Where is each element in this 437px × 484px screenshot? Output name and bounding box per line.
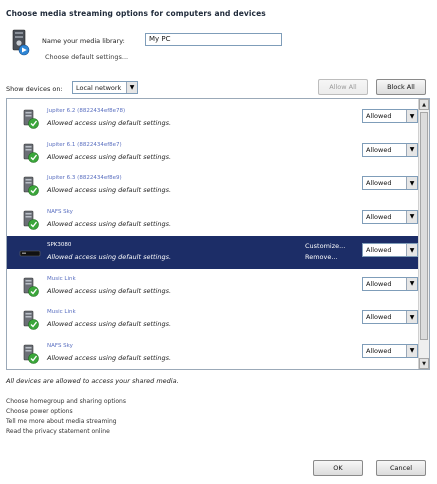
media-library-icon xyxy=(12,29,30,56)
footer-links: Choose homegroup and sharing options Cho… xyxy=(6,397,126,437)
scroll-down-icon[interactable]: ▼ xyxy=(419,358,429,369)
device-permission-dropdown[interactable]: Allowed ▼ xyxy=(362,243,418,257)
device-permission-value: Allowed xyxy=(366,179,392,187)
scroll-up-icon[interactable]: ▲ xyxy=(419,99,429,110)
computer-icon xyxy=(19,309,41,331)
block-all-button[interactable]: Block All xyxy=(376,79,426,95)
computer-icon xyxy=(19,175,41,197)
device-row[interactable]: Jupiter 6.2 (8822434ef8e78) Allowed acces… xyxy=(7,102,419,135)
device-name: Music Link xyxy=(47,309,76,315)
device-permission-dropdown[interactable]: Allowed ▼ xyxy=(362,109,418,123)
privacy-statement-link[interactable]: Read the privacy statement online xyxy=(6,427,126,437)
device-list: Jupiter 6.2 (8822434ef8e78) Allowed acces… xyxy=(6,98,430,370)
show-devices-label: Show devices on: xyxy=(6,85,63,93)
device-permission-value: Allowed xyxy=(366,313,392,321)
customize-link[interactable]: Customize... xyxy=(305,242,345,250)
ok-button[interactable]: OK xyxy=(313,460,363,476)
media-device-icon xyxy=(19,242,41,264)
chevron-down-icon[interactable]: ▼ xyxy=(406,177,417,189)
homegroup-sharing-link[interactable]: Choose homegroup and sharing options xyxy=(6,397,126,407)
computer-icon xyxy=(19,343,41,365)
page-title: Choose media streaming options for compu… xyxy=(6,9,266,18)
device-permission-dropdown[interactable]: Allowed ▼ xyxy=(362,276,418,291)
device-name: Jupiter 6.2 (8822434ef8e78) xyxy=(47,108,126,114)
chevron-down-icon[interactable]: ▼ xyxy=(406,311,417,323)
device-status: Allowed access using default settings. xyxy=(47,286,172,295)
device-permission-dropdown[interactable]: Allowed ▼ xyxy=(362,176,418,190)
device-permission-value: Allowed xyxy=(366,246,392,254)
device-row[interactable]: Jupiter 6.3 (8822434ef8e9) Allowed access… xyxy=(7,169,419,202)
device-row[interactable]: Music Link Allowed access using default s… xyxy=(7,270,419,303)
device-name: Music Link xyxy=(47,275,76,282)
device-status: Allowed access using default settings. xyxy=(47,253,172,261)
device-permission-value: Allowed xyxy=(366,279,392,288)
allow-all-button[interactable]: Allow All xyxy=(318,79,368,95)
remove-link[interactable]: Remove... xyxy=(305,253,338,261)
device-name: Jupiter 6.1 (8822434ef8e7) xyxy=(47,141,122,148)
device-permission-value: Allowed xyxy=(366,145,392,154)
device-permission-dropdown[interactable]: Allowed ▼ xyxy=(362,142,418,157)
chevron-down-icon[interactable]: ▼ xyxy=(406,110,417,122)
computer-icon xyxy=(19,209,41,231)
scroll-thumb[interactable] xyxy=(420,112,428,340)
device-status: Allowed access using default settings. xyxy=(47,320,172,328)
device-name: NAFS Sky xyxy=(47,342,73,349)
device-status: Allowed access using default settings. xyxy=(47,353,172,362)
device-permission-value: Allowed xyxy=(366,346,392,355)
power-options-link[interactable]: Choose power options xyxy=(6,407,126,417)
device-name: SPK3080 xyxy=(47,242,72,248)
device-permission-dropdown[interactable]: Allowed ▼ xyxy=(362,209,418,224)
show-devices-value: Local network xyxy=(76,84,122,92)
chevron-down-icon[interactable]: ▼ xyxy=(406,277,417,290)
device-permission-dropdown[interactable]: Allowed ▼ xyxy=(362,343,418,358)
choose-default-settings-link[interactable]: Choose default settings... xyxy=(45,53,128,61)
cancel-button[interactable]: Cancel xyxy=(376,460,426,476)
device-permission-dropdown[interactable]: Allowed ▼ xyxy=(362,310,418,324)
media-streaming-info-link[interactable]: Tell me more about media streaming xyxy=(6,417,126,427)
device-row[interactable]: SPK3080 Allowed access using default sett… xyxy=(7,236,419,269)
device-permission-value: Allowed xyxy=(366,112,392,120)
device-status: Allowed access using default settings. xyxy=(47,186,172,194)
device-permission-value: Allowed xyxy=(366,212,392,221)
device-list-scrollbar[interactable]: ▲ ▼ xyxy=(418,99,429,369)
library-name-label: Name your media library: xyxy=(42,37,125,45)
device-row[interactable]: NAFS Sky Allowed access using default set… xyxy=(7,203,419,236)
allowed-devices-note: All devices are allowed to access your s… xyxy=(6,377,179,385)
device-status: Allowed access using default settings. xyxy=(47,219,172,228)
device-name: Jupiter 6.3 (8822434ef8e9) xyxy=(47,175,122,181)
show-devices-dropdown[interactable]: Local network ▼ xyxy=(72,81,138,94)
device-name: NAFS Sky xyxy=(47,208,73,215)
device-row[interactable]: NAFS Sky Allowed access using default set… xyxy=(7,337,419,370)
chevron-down-icon[interactable]: ▼ xyxy=(406,244,417,256)
chevron-down-icon[interactable]: ▼ xyxy=(406,344,417,357)
library-name-input[interactable]: My PC xyxy=(145,33,282,46)
chevron-down-icon[interactable]: ▼ xyxy=(126,82,137,93)
computer-icon xyxy=(19,276,41,298)
device-row[interactable]: Jupiter 6.1 (8822434ef8e7) Allowed access… xyxy=(7,136,419,169)
computer-icon xyxy=(19,108,41,130)
chevron-down-icon[interactable]: ▼ xyxy=(406,210,417,223)
device-status: Allowed access using default settings. xyxy=(47,152,172,161)
device-row[interactable]: Music Link Allowed access using default s… xyxy=(7,303,419,336)
device-status: Allowed access using default settings. xyxy=(47,119,172,127)
computer-icon xyxy=(19,142,41,164)
chevron-down-icon[interactable]: ▼ xyxy=(406,143,417,156)
